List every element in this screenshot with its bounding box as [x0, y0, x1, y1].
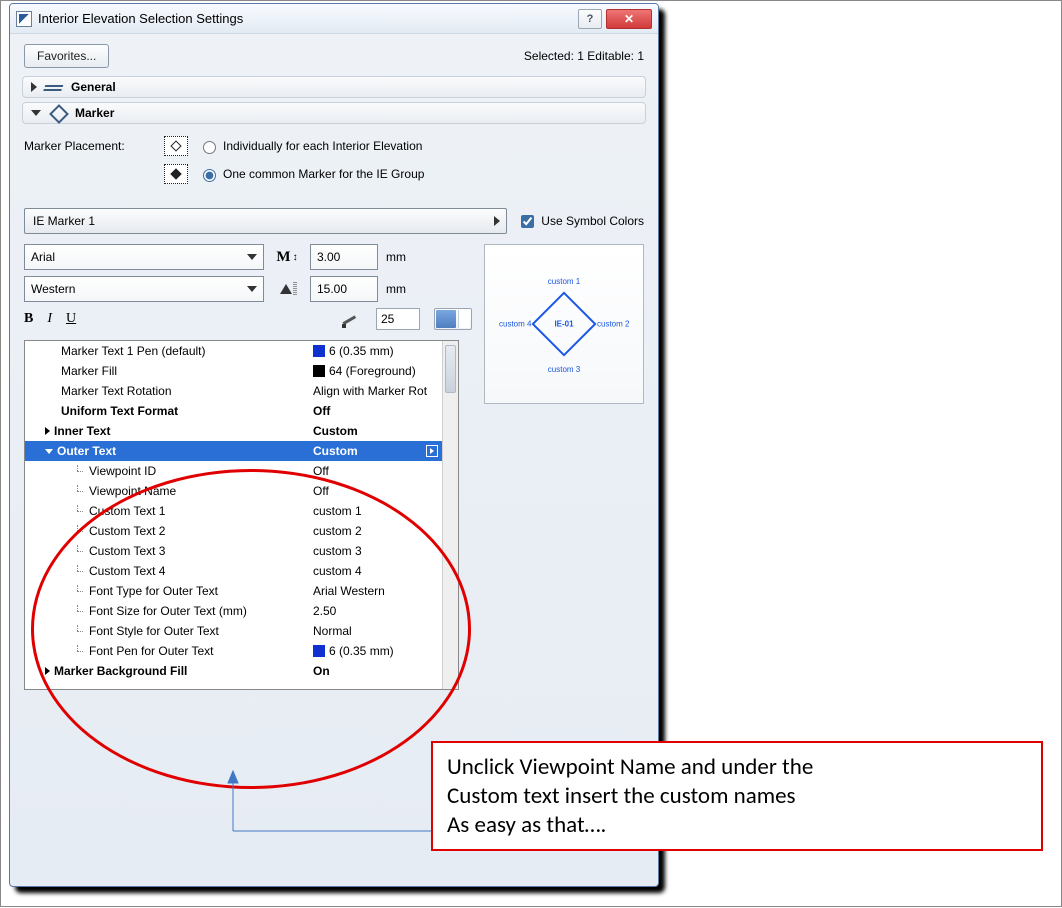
titlebar: Interior Elevation Selection Settings ? …	[10, 4, 658, 34]
placement-common-radio[interactable]	[203, 169, 216, 182]
top-row: Favorites... Selected: 1 Editable: 1	[10, 34, 658, 74]
tree-row-font-size[interactable]: Font Size for Outer Text (mm) 2.50	[25, 601, 458, 621]
disclosure-right-icon	[31, 82, 37, 92]
tree-row-custom-1[interactable]: Custom Text 1 custom 1	[25, 501, 458, 521]
marker-size-input[interactable]: 15.00	[310, 276, 378, 302]
font-script-select[interactable]: Western	[24, 276, 264, 302]
marker-placement-row1: Marker Placement: Individually for each …	[24, 136, 644, 156]
tree-row-bg-fill[interactable]: Marker Background Fill On	[25, 661, 458, 681]
help-button[interactable]: ?	[578, 9, 602, 29]
pen-icon	[342, 310, 362, 328]
window-title: Interior Elevation Selection Settings	[38, 11, 572, 26]
color-swatch-icon	[313, 645, 325, 657]
expand-button[interactable]	[426, 445, 438, 457]
disclosure-down-icon	[31, 110, 41, 116]
tree-row-font-pen[interactable]: Font Pen for Outer Text 6 (0.35 mm)	[25, 641, 458, 661]
placement-individual[interactable]: Individually for each Interior Elevation	[198, 138, 422, 154]
tree-row-viewpoint-name[interactable]: Viewpoint Name Off	[25, 481, 458, 501]
app-icon	[16, 11, 32, 27]
mm-label-2: mm	[386, 282, 414, 296]
placement-individual-icon	[164, 136, 188, 156]
marker-placement-row2: One common Marker for the IE Group	[24, 164, 644, 184]
placement-individual-radio[interactable]	[203, 141, 216, 154]
tree-row-custom-2[interactable]: Custom Text 2 custom 2	[25, 521, 458, 541]
use-symbol-colors[interactable]: Use Symbol Colors	[517, 212, 644, 231]
caret-down-icon	[247, 286, 257, 292]
text-height-icon: M↕	[272, 247, 302, 267]
marker-select-row: IE Marker 1 Use Symbol Colors	[24, 208, 644, 234]
marker-size-icon	[272, 279, 302, 299]
font-rows: Arial M↕ 3.00 mm Western	[24, 244, 472, 330]
text-height-input[interactable]: 3.00	[310, 244, 378, 270]
tree-row-outer-text[interactable]: Outer Text Custom	[25, 441, 458, 461]
canvas: Interior Elevation Selection Settings ? …	[0, 0, 1062, 907]
caret-down-icon	[247, 254, 257, 260]
preview-right: custom 2	[597, 320, 629, 329]
tree-row-inner-text[interactable]: Inner Text Custom	[25, 421, 458, 441]
pen-number-input[interactable]: 25	[376, 308, 420, 330]
scrollbar[interactable]	[442, 341, 458, 689]
marker-type-select[interactable]: IE Marker 1	[24, 208, 507, 234]
font-family-select[interactable]: Arial	[24, 244, 264, 270]
annotation-line-2: Custom text insert the custom names	[447, 782, 1027, 811]
preview-center: IE-01	[554, 320, 573, 329]
section-general[interactable]: General	[22, 76, 646, 98]
disclosure-right-icon	[45, 667, 50, 675]
general-icon	[45, 81, 63, 93]
placement-common-icon	[164, 164, 188, 184]
preview-bottom: custom 3	[548, 365, 580, 374]
close-button[interactable]: ✕	[606, 9, 652, 29]
font-column: Arial M↕ 3.00 mm Western	[24, 234, 472, 690]
section-marker[interactable]: Marker	[22, 102, 646, 124]
section-general-label: General	[71, 80, 116, 94]
marker-placement-label: Marker Placement:	[24, 139, 154, 153]
color-swatch-icon	[313, 345, 325, 357]
favorites-button[interactable]: Favorites...	[24, 44, 109, 68]
placement-common[interactable]: One common Marker for the IE Group	[198, 166, 424, 182]
use-symbol-colors-checkbox[interactable]	[521, 215, 534, 228]
section-marker-label: Marker	[75, 106, 114, 120]
disclosure-down-icon	[45, 449, 53, 454]
preview-left: custom 4	[499, 320, 531, 329]
preview-column: IE-01 custom 1 custom 2 custom 3 custom …	[484, 244, 644, 690]
marker-icon	[49, 107, 67, 119]
preview-top: custom 1	[548, 277, 580, 286]
tree-row-viewpoint-id[interactable]: Viewpoint ID Off	[25, 461, 458, 481]
tree-row-custom-4[interactable]: Custom Text 4 custom 4	[25, 561, 458, 581]
window-buttons: ? ✕	[578, 9, 652, 29]
bold-button[interactable]: B	[24, 311, 33, 327]
color-swatch-icon	[313, 365, 325, 377]
tree-row-custom-3[interactable]: Custom Text 3 custom 3	[25, 541, 458, 561]
selection-status: Selected: 1 Editable: 1	[524, 49, 644, 63]
pen-color-picker[interactable]	[434, 308, 472, 330]
annotation-callout: Unclick Viewpoint Name and under the Cus…	[431, 741, 1043, 851]
parameter-tree: Marker Text 1 Pen (default) 6 (0.35 mm) …	[24, 340, 459, 690]
font-and-preview-row: Arial M↕ 3.00 mm Western	[24, 234, 644, 690]
annotation-line-1: Unclick Viewpoint Name and under the	[447, 753, 1027, 782]
annotation-line-3: As easy as that….	[447, 811, 1027, 840]
italic-button[interactable]: I	[47, 311, 52, 327]
disclosure-right-icon	[45, 427, 50, 435]
tree-row-uniform[interactable]: Uniform Text Format Off	[25, 401, 458, 421]
font-style-buttons: B I U	[24, 311, 76, 327]
scrollbar-thumb[interactable]	[445, 345, 456, 393]
tree-row-rotation[interactable]: Marker Text Rotation Align with Marker R…	[25, 381, 458, 401]
underline-button[interactable]: U	[66, 311, 76, 327]
tree-row-font-type[interactable]: Font Type for Outer Text Arial Western	[25, 581, 458, 601]
tree-row-fill[interactable]: Marker Fill 64 (Foreground)	[25, 361, 458, 381]
tree-row-pen[interactable]: Marker Text 1 Pen (default) 6 (0.35 mm)	[25, 341, 458, 361]
tree-row-font-style[interactable]: Font Style for Outer Text Normal	[25, 621, 458, 641]
chevron-right-icon	[494, 216, 500, 226]
mm-label-1: mm	[386, 250, 414, 264]
marker-preview: IE-01 custom 1 custom 2 custom 3 custom …	[484, 244, 644, 404]
